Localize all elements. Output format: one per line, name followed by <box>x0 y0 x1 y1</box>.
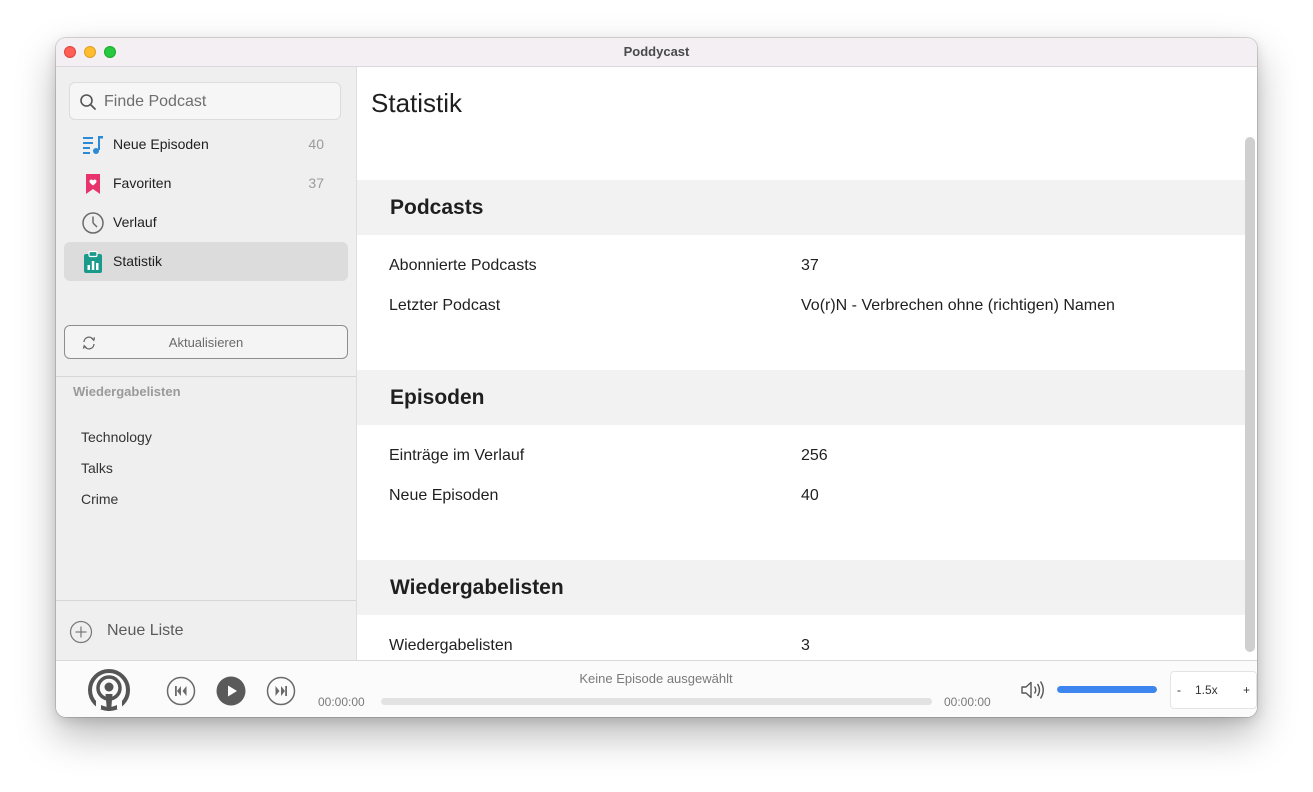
volume-icon[interactable] <box>1020 680 1046 700</box>
playlist-item-crime[interactable]: Crime <box>81 491 118 507</box>
playlist-item-technology[interactable]: Technology <box>81 429 152 445</box>
count-badge: 40 <box>308 136 324 152</box>
stat-label: Wiedergabelisten <box>389 637 513 654</box>
stat-value: 37 <box>801 257 819 274</box>
stat-value: 40 <box>801 487 819 504</box>
stat-value: 3 <box>801 637 810 654</box>
section-heading-wiedergabelisten: Wiedergabelisten <box>357 560 1245 615</box>
stat-label: Einträge im Verlauf <box>389 447 525 464</box>
stat-value: Vo(r)N - Verbrechen ohne (richtigen) Nam… <box>801 297 1115 314</box>
count-badge: 37 <box>308 175 324 191</box>
time-remaining: 00:00:00 <box>944 695 991 709</box>
sidebar-item-label: Verlauf <box>113 214 157 230</box>
sidebar-item-favoriten[interactable]: Favoriten 37 <box>64 164 348 203</box>
search-input[interactable] <box>102 91 336 113</box>
speed-decrease-button[interactable]: - <box>1177 683 1181 697</box>
bookmark-heart-icon <box>86 174 100 194</box>
section-heading-podcasts: Podcasts <box>357 180 1245 235</box>
sidebar-item-statistik[interactable]: Statistik <box>64 242 348 281</box>
scrollbar[interactable] <box>1245 137 1255 652</box>
time-elapsed: 00:00:00 <box>318 695 365 709</box>
sidebar-item-neue-episoden[interactable]: Neue Episoden 40 <box>64 125 348 164</box>
stat-label: Neue Episoden <box>389 487 499 504</box>
stat-value: 256 <box>801 447 828 464</box>
app-window: Poddycast Neue Episoden 40 <box>56 38 1257 717</box>
player-bar: Keine Episode ausgewählt 00:00:00 00:00:… <box>56 660 1257 717</box>
title-bar: Poddycast <box>56 38 1257 67</box>
sidebar-item-label: Favoriten <box>113 175 172 191</box>
search-box[interactable] <box>69 82 341 120</box>
new-list-button[interactable]: Neue Liste <box>69 620 319 646</box>
sidebar-item-verlauf[interactable]: Verlauf <box>64 203 348 242</box>
podcast-artwork-icon <box>88 669 130 711</box>
playback-speed-control: - 1.5x + <box>1170 671 1257 709</box>
section-heading-text: Episoden <box>390 386 485 409</box>
clipboard-chart-icon <box>84 250 102 273</box>
speed-increase-button[interactable]: + <box>1243 683 1250 697</box>
section-heading-text: Podcasts <box>390 196 484 219</box>
playlist-music-icon <box>83 136 103 154</box>
section-heading-text: Wiedergabelisten <box>390 576 564 599</box>
divider <box>56 376 356 377</box>
playlist-item-talks[interactable]: Talks <box>81 460 113 476</box>
page-title: Statistik <box>371 88 463 118</box>
sidebar-item-label: Statistik <box>113 253 163 269</box>
speed-value: 1.5x <box>1195 683 1218 697</box>
new-list-label: Neue Liste <box>107 622 184 639</box>
stat-label: Abonnierte Podcasts <box>389 257 537 274</box>
volume-fill <box>1057 686 1157 693</box>
playlists-header: Wiedergabelisten <box>73 384 181 399</box>
volume-slider[interactable] <box>1057 686 1157 693</box>
main-content: Statistik Podcasts Abonnierte Podcasts 3… <box>357 67 1257 660</box>
sidebar: Neue Episoden 40 Favoriten 37 Verlauf <box>56 67 357 660</box>
skip-back-button[interactable] <box>166 676 196 706</box>
search-icon <box>80 94 96 110</box>
progress-bar[interactable] <box>381 698 932 705</box>
section-heading-episoden: Episoden <box>357 370 1245 425</box>
divider <box>56 600 356 601</box>
refresh-label: Aktualisieren <box>168 335 244 350</box>
sidebar-item-label: Neue Episoden <box>113 136 209 152</box>
clock-icon <box>82 212 104 234</box>
play-button[interactable] <box>216 676 246 706</box>
episode-title: Keine Episode ausgewählt <box>579 671 733 686</box>
refresh-button[interactable]: Aktualisieren <box>64 325 348 359</box>
skip-forward-button[interactable] <box>266 676 296 706</box>
stat-label: Letzter Podcast <box>389 297 501 314</box>
window-title: Poddycast <box>623 44 690 59</box>
plus-circle-icon <box>69 620 93 644</box>
